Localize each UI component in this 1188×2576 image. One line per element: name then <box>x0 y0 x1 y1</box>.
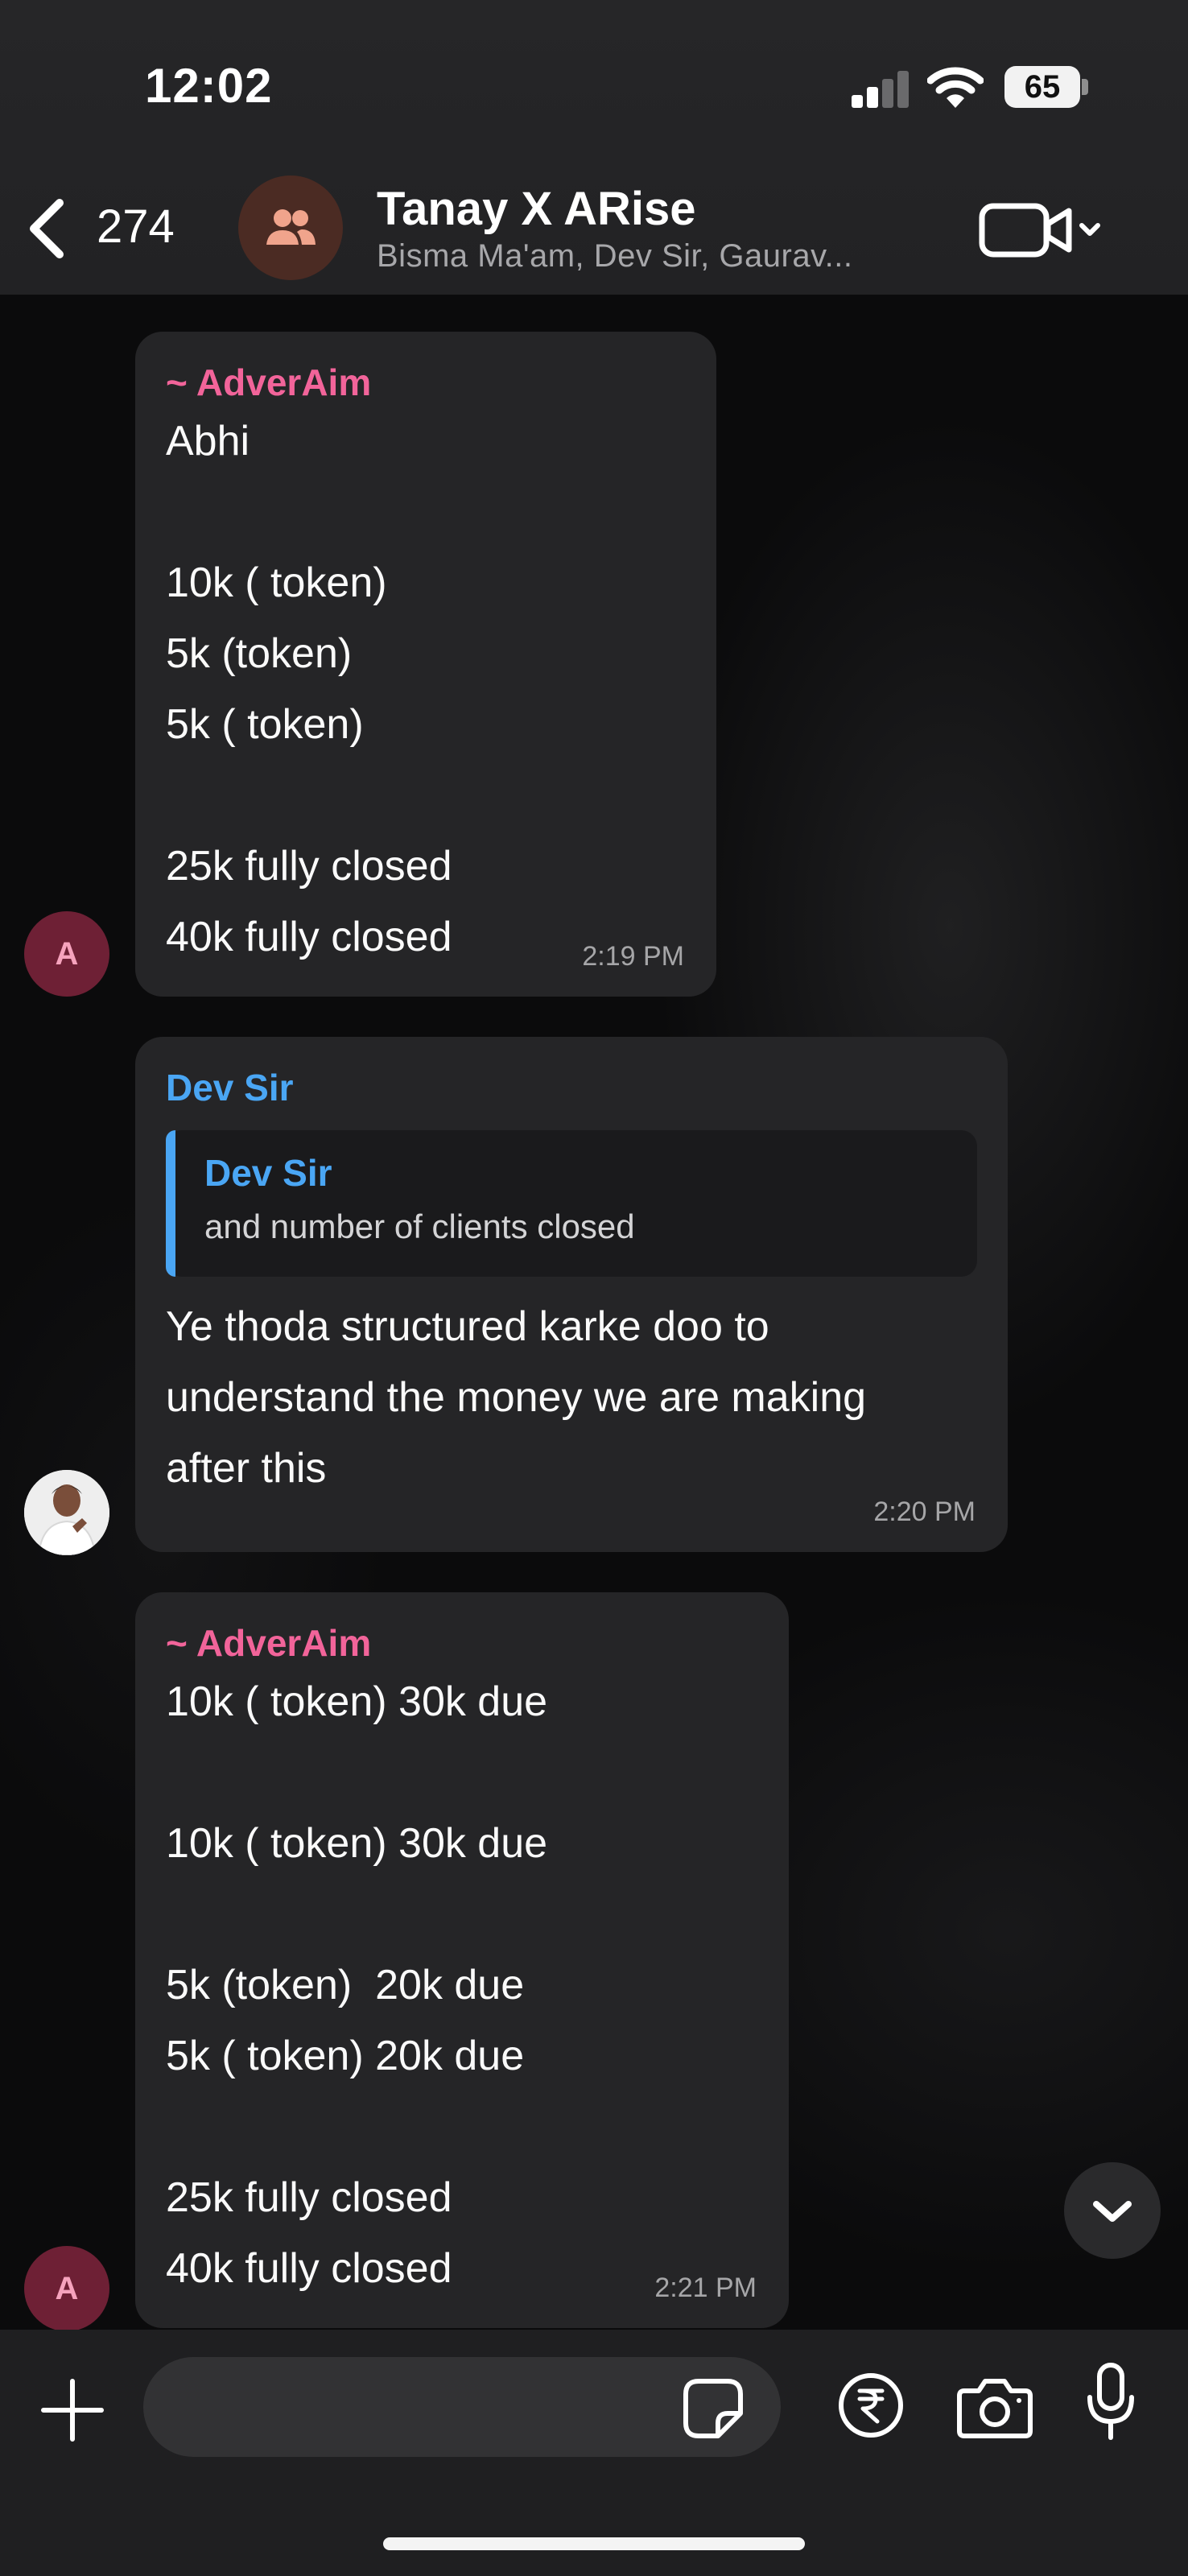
chevron-down-icon <box>1093 2201 1132 2222</box>
sender-avatar-photo[interactable] <box>24 1470 109 1555</box>
plus-icon[interactable] <box>39 2376 106 2444</box>
message-sender[interactable]: ~ AdverAim <box>166 1620 758 1666</box>
status-time: 12:02 <box>145 59 273 113</box>
unread-count[interactable]: 274 <box>97 200 175 254</box>
quoted-text: and number of clients closed <box>204 1208 635 1245</box>
home-indicator[interactable] <box>383 2537 805 2550</box>
signal-icon <box>852 71 910 108</box>
battery-icon: 65 <box>1004 66 1088 108</box>
battery-level: 65 <box>1004 66 1080 108</box>
message-sender[interactable]: ~ AdverAim <box>166 359 686 406</box>
scroll-to-bottom-button[interactable] <box>1064 2162 1161 2259</box>
wifi-icon <box>927 67 984 108</box>
quoted-sender: Dev Sir <box>204 1152 332 1194</box>
message-text: Abhi 10k ( token) 5k (token) 5k ( token)… <box>166 418 452 960</box>
chat-participants[interactable]: Bisma Ma'am, Dev Sir, Gaurav... <box>377 238 852 275</box>
chat-title[interactable]: Tanay X ARise <box>377 182 695 236</box>
rupee-payment-icon[interactable] <box>837 2372 905 2439</box>
back-chevron-icon[interactable] <box>24 198 69 259</box>
message-time: 2:20 PM <box>873 1496 976 1527</box>
sender-avatar[interactable]: A <box>24 2246 109 2331</box>
message-bubble-1[interactable]: ~ AdverAim Abhi 10k ( token) 5k (token) … <box>135 332 716 997</box>
message-time: 2:19 PM <box>582 941 684 972</box>
message-time: 2:21 PM <box>654 2273 757 2303</box>
group-avatar[interactable] <box>238 175 343 280</box>
group-icon <box>266 209 316 245</box>
message-bubble-2[interactable]: Dev Sir Dev Sir and number of clients cl… <box>135 1037 1008 1552</box>
sticker-icon[interactable] <box>683 2378 744 2439</box>
camera-icon[interactable] <box>956 2375 1033 2439</box>
chat-header: 12:02 65 274 Tanay X ARise Bisma Ma'am, … <box>0 0 1188 295</box>
message-sender[interactable]: Dev Sir <box>166 1064 977 1111</box>
chevron-down-icon <box>1079 223 1100 236</box>
sender-avatar[interactable]: A <box>24 911 109 997</box>
message-text: 10k ( token) 30k due 10k ( token) 30k du… <box>166 1678 548 2292</box>
video-call-icon[interactable] <box>979 198 1108 262</box>
profile-photo-icon <box>24 1470 109 1555</box>
message-bubble-3[interactable]: ~ AdverAim 10k ( token) 30k due 10k ( to… <box>135 1592 789 2328</box>
microphone-icon[interactable] <box>1085 2362 1136 2442</box>
reply-quote[interactable]: Dev Sir and number of clients closed <box>166 1130 977 1277</box>
message-text: Ye thoda structured karke doo to underst… <box>166 1303 867 1492</box>
